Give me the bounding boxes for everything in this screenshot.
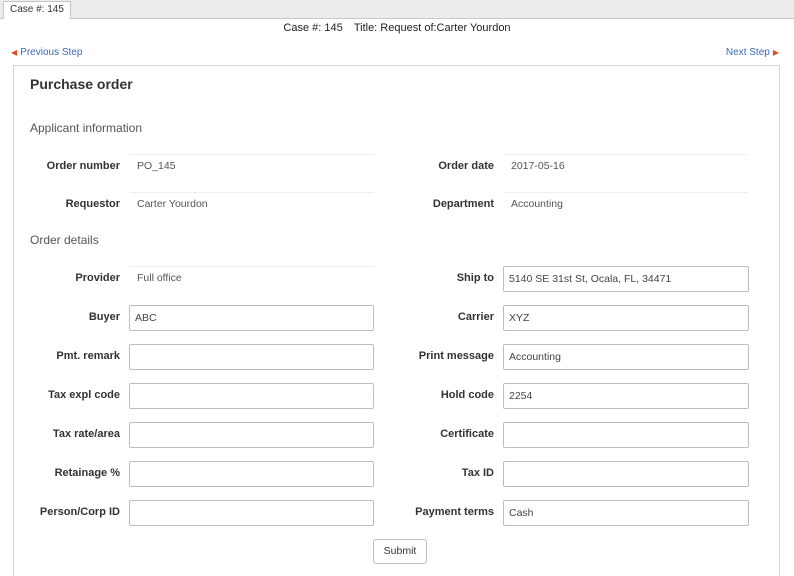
department-label: Department xyxy=(432,198,494,210)
provider-label: Provider xyxy=(75,272,120,284)
order-date-value: 2017-05-16 xyxy=(504,154,748,178)
tax-rate-area-input[interactable] xyxy=(129,422,374,448)
requestor-label: Requestor xyxy=(65,198,120,210)
arrow-right-icon: ▶ xyxy=(772,48,779,57)
case-number: Case #: 145 xyxy=(283,22,343,34)
retainage-label: Retainage % xyxy=(54,467,120,479)
ship-to-input[interactable] xyxy=(503,266,749,292)
ship-to-label: Ship to xyxy=(456,272,494,284)
hold-code-input[interactable] xyxy=(503,383,749,409)
order-number-value: PO_145 xyxy=(130,154,374,178)
tax-expl-code-input[interactable] xyxy=(129,383,374,409)
previous-step-link[interactable]: ◀ Previous Step xyxy=(8,47,82,58)
pmt-remark-input[interactable] xyxy=(129,344,374,370)
print-message-label: Print message xyxy=(418,350,494,362)
tab-case[interactable]: Case #: 145 xyxy=(3,1,71,19)
carrier-label: Carrier xyxy=(457,311,494,323)
tax-id-input[interactable] xyxy=(503,461,749,487)
person-corp-id-label: Person/Corp ID xyxy=(39,506,120,518)
next-step-link[interactable]: Next Step ▶ xyxy=(726,47,782,58)
tab-bar: Case #: 145 xyxy=(0,0,794,19)
tax-rate-area-label: Tax rate/area xyxy=(52,428,120,440)
submit-button[interactable]: Submit xyxy=(373,539,427,564)
tax-id-label: Tax ID xyxy=(461,467,494,479)
certificate-input[interactable] xyxy=(503,422,749,448)
next-step-label: Next Step xyxy=(725,47,770,58)
certificate-label: Certificate xyxy=(440,428,494,440)
payment-terms-label: Payment terms xyxy=(415,506,494,518)
requestor-value: Carter Yourdon xyxy=(130,192,374,216)
buyer-label: Buyer xyxy=(88,311,120,323)
arrow-left-icon: ◀ xyxy=(11,48,18,57)
payment-terms-input[interactable] xyxy=(503,500,749,526)
form-title: Purchase order xyxy=(30,76,133,92)
pmt-remark-label: Pmt. remark xyxy=(56,350,120,362)
order-date-label: Order date xyxy=(438,160,494,172)
section-applicant-information: Applicant information xyxy=(30,121,143,135)
print-message-input[interactable] xyxy=(503,344,749,370)
section-order-details: Order details xyxy=(30,233,99,247)
hold-code-label: Hold code xyxy=(440,389,494,401)
provider-value: Full office xyxy=(130,266,374,290)
carrier-input[interactable] xyxy=(503,305,749,331)
retainage-input[interactable] xyxy=(129,461,374,487)
person-corp-id-input[interactable] xyxy=(129,500,374,526)
case-title: Title: Request of:Carter Yourdon xyxy=(353,22,511,34)
case-header: Case #: 145 Title: Request of:Carter You… xyxy=(0,22,794,34)
tax-expl-code-label: Tax expl code xyxy=(48,389,120,401)
order-number-label: Order number xyxy=(46,160,120,172)
department-value: Accounting xyxy=(504,192,748,216)
previous-step-label: Previous Step xyxy=(20,47,83,58)
buyer-input[interactable] xyxy=(129,305,374,331)
